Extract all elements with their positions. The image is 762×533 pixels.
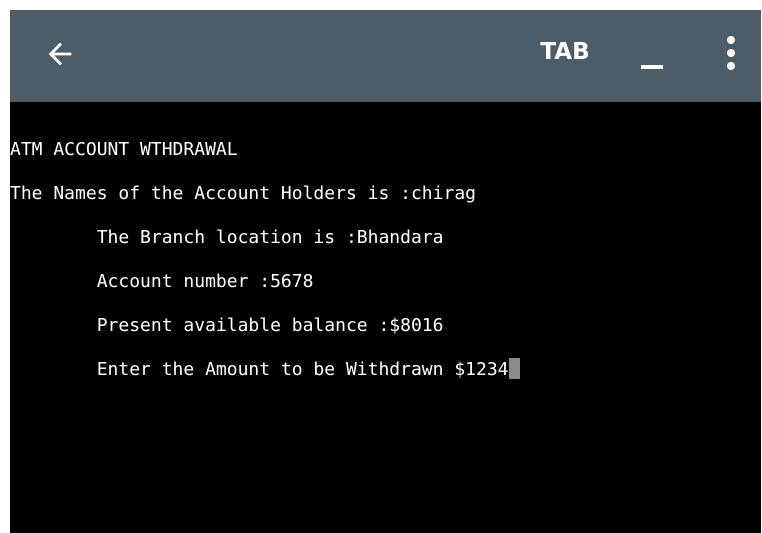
terminal-line: The Branch location is :Bhandara xyxy=(10,227,444,248)
back-button[interactable] xyxy=(38,32,82,76)
terminal-line: ATM ACCOUNT WTHDRAWAL xyxy=(10,139,238,160)
terminal-line: Account number :5678 xyxy=(10,271,314,292)
minimize-icon xyxy=(641,65,663,69)
terminal-line: Present available balance :$8016 xyxy=(10,315,444,336)
overflow-menu-button[interactable] xyxy=(716,32,746,76)
terminal-line: The Names of the Account Holders is :chi… xyxy=(10,183,476,204)
app-toolbar: TAB xyxy=(10,10,761,102)
tab-key-button[interactable]: TAB xyxy=(528,34,602,70)
terminal-output[interactable]: ATM ACCOUNT WTHDRAWAL The Names of the A… xyxy=(10,102,761,533)
text-cursor xyxy=(508,358,520,379)
terminal-app-window: TAB ATM ACCOUNT WTHDRAWAL The Names of t… xyxy=(10,10,761,533)
menu-dot xyxy=(727,49,735,57)
menu-dot xyxy=(727,62,735,70)
terminal-prompt-text: Enter the Amount to be Withdrawn $1234 xyxy=(10,359,509,380)
arrow-left-icon xyxy=(48,42,72,66)
minimize-button[interactable] xyxy=(634,40,670,80)
menu-dot xyxy=(727,36,735,44)
terminal-input-line[interactable]: Enter the Amount to be Withdrawn $1234 xyxy=(10,358,520,381)
